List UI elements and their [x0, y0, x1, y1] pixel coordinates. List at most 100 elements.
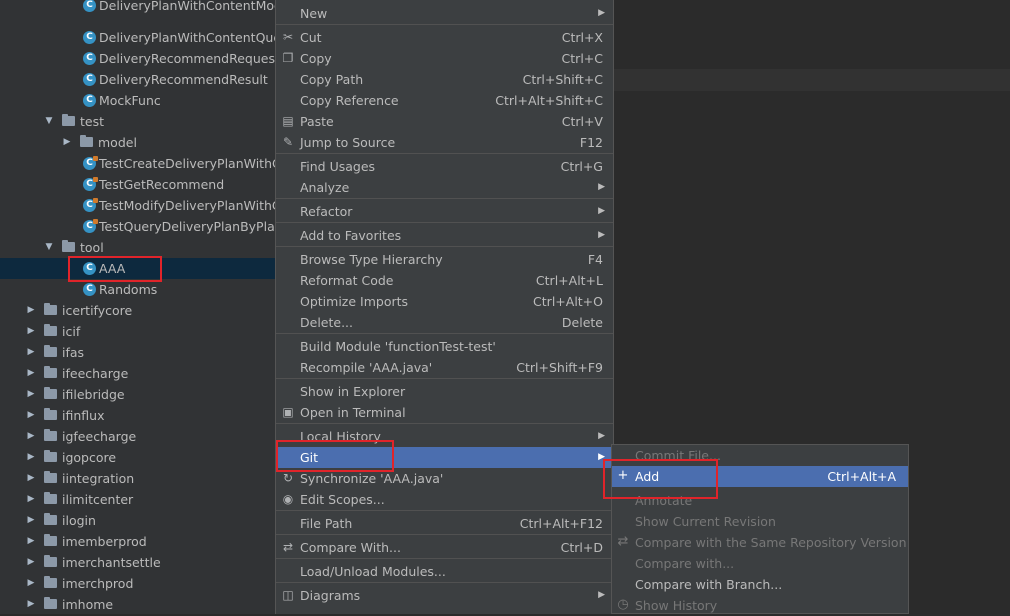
- tree-item[interactable]: ▶ ifas: [0, 342, 275, 363]
- git-menu-item-compare-with[interactable]: Compare with...: [612, 553, 908, 574]
- git-menu-item-compare-with-the-same-repository-version[interactable]: ⇄ Compare with the Same Repository Versio…: [612, 532, 908, 553]
- tree-item-label: imerchantsettle: [62, 555, 161, 570]
- menu-item-optimize-imports[interactable]: Optimize Imports Ctrl+Alt+O: [276, 291, 613, 312]
- tree-item[interactable]: ▶ imerchantsettle: [0, 552, 275, 573]
- terminal-icon: ▣: [282, 405, 294, 419]
- collapsed-arrow-icon[interactable]: ▶: [26, 363, 36, 384]
- collapsed-arrow-icon[interactable]: ▶: [26, 510, 36, 531]
- menu-item-shortcut: Ctrl+Alt+L: [535, 273, 603, 288]
- menu-item-analyze[interactable]: Analyze ▶: [276, 177, 613, 198]
- tree-item[interactable]: C TestGetRecommend: [0, 174, 275, 195]
- git-menu-item-label: Show History: [635, 598, 718, 613]
- collapsed-arrow-icon[interactable]: ▶: [26, 468, 36, 489]
- tree-item[interactable]: ▶ ilimitcenter: [0, 489, 275, 510]
- tree-item-label: ilimitcenter: [62, 492, 134, 507]
- menu-item-label: Jump to Source: [300, 135, 396, 150]
- tree-item[interactable]: ▶ icif: [0, 321, 275, 342]
- tree-item[interactable]: C Randoms: [0, 279, 275, 300]
- expanded-arrow-icon[interactable]: ▼: [44, 237, 54, 258]
- module-folder-icon: [44, 366, 57, 378]
- menu-item-copy-reference[interactable]: Copy Reference Ctrl+Alt+Shift+C: [276, 90, 613, 111]
- collapsed-arrow-icon[interactable]: ▶: [26, 531, 36, 552]
- collapsed-arrow-icon[interactable]: ▶: [26, 405, 36, 426]
- collapsed-arrow-icon[interactable]: ▶: [26, 489, 36, 510]
- test-class-icon: C: [83, 198, 98, 212]
- tree-item[interactable]: C TestQueryDeliveryPlanByPlanIc: [0, 216, 275, 237]
- menu-separator: [276, 378, 613, 379]
- git-menu-item-compare-with-branch[interactable]: Compare with Branch...: [612, 574, 908, 595]
- tree-item[interactable]: ▶ igfeecharge: [0, 426, 275, 447]
- menu-item-cut[interactable]: ✂ Cut Ctrl+X: [276, 27, 613, 48]
- tree-item[interactable]: ▶ ilogin: [0, 510, 275, 531]
- menu-item-synchronize-aaa-java[interactable]: ↻ Synchronize 'AAA.java': [276, 468, 613, 489]
- collapsed-arrow-icon[interactable]: ▶: [26, 342, 36, 363]
- menu-item-copy[interactable]: ❐ Copy Ctrl+C: [276, 48, 613, 69]
- tree-item-label: imhome: [62, 597, 114, 612]
- menu-item-recompile-aaa-java[interactable]: Recompile 'AAA.java' Ctrl+Shift+F9: [276, 357, 613, 378]
- git-menu-item-show-history[interactable]: ◷ Show History: [612, 595, 908, 616]
- module-folder-icon: [44, 450, 57, 462]
- menu-item-load-unload-modules[interactable]: Load/Unload Modules...: [276, 561, 613, 582]
- collapsed-arrow-icon[interactable]: ▶: [26, 594, 36, 614]
- tree-item[interactable]: ▶ imhome: [0, 594, 275, 614]
- tree-item[interactable]: ▶ ifilebridge: [0, 384, 275, 405]
- tree-item[interactable]: C TestCreateDeliveryPlanWithCo: [0, 153, 275, 174]
- menu-item-show-in-explorer[interactable]: Show in Explorer: [276, 381, 613, 402]
- tree-item[interactable]: ▶ imerchprod: [0, 573, 275, 594]
- tree-item[interactable]: ▶ iintegration: [0, 468, 275, 489]
- tree-item[interactable]: C MockFunc: [0, 90, 275, 111]
- git-submenu: Commit File... + Add Ctrl+Alt+A Annotate Show…: [611, 444, 909, 614]
- menu-item-paste[interactable]: ▤ Paste Ctrl+V: [276, 111, 613, 132]
- menu-item-find-usages[interactable]: Find Usages Ctrl+G: [276, 156, 613, 177]
- collapsed-arrow-icon[interactable]: ▶: [26, 573, 36, 594]
- menu-item-add-to-favorites[interactable]: Add to Favorites ▶: [276, 225, 613, 246]
- menu-item-open-in-terminal[interactable]: ▣ Open in Terminal: [276, 402, 613, 423]
- tree-item[interactable]: ▶ ifeecharge: [0, 363, 275, 384]
- tree-item[interactable]: ▶ imemberprod: [0, 531, 275, 552]
- git-menu-item-add[interactable]: + Add Ctrl+Alt+A: [612, 466, 908, 487]
- tree-item[interactable]: ▶ icertifycore: [0, 300, 275, 321]
- project-tree[interactable]: C DeliveryPlanWithContentModif C DeliveryPl…: [0, 0, 275, 614]
- menu-item-edit-scopes[interactable]: ◉ Edit Scopes...: [276, 489, 613, 510]
- tree-item[interactable]: ▶ model: [0, 132, 275, 153]
- tree-item[interactable]: C TestModifyDeliveryPlanWithCo: [0, 195, 275, 216]
- tree-item[interactable]: C DeliveryPlanWithContentModif: [0, 0, 275, 16]
- tree-item[interactable]: ▶ igopcore: [0, 447, 275, 468]
- paste-icon: ▤: [282, 114, 294, 128]
- collapsed-arrow-icon[interactable]: ▶: [26, 300, 36, 321]
- tree-item[interactable]: C DeliveryRecommendResult: [0, 69, 275, 90]
- tree-item[interactable]: C DeliveryPlanWithContentQuery: [0, 27, 275, 48]
- expanded-arrow-icon[interactable]: ▼: [44, 111, 54, 132]
- tree-item-label: ifeecharge: [62, 366, 129, 381]
- tree-item[interactable]: ▼ test: [0, 111, 275, 132]
- menu-item-file-path[interactable]: File Path Ctrl+Alt+F12: [276, 513, 613, 534]
- menu-item-reformat-code[interactable]: Reformat Code Ctrl+Alt+L: [276, 270, 613, 291]
- git-menu-item-annotate[interactable]: Annotate: [612, 490, 908, 511]
- collapsed-arrow-icon[interactable]: ▶: [26, 426, 36, 447]
- collapsed-arrow-icon[interactable]: ▶: [62, 132, 72, 153]
- tree-item[interactable]: ▼ tool: [0, 237, 275, 258]
- menu-item-diagrams[interactable]: ◫ Diagrams ▶: [276, 585, 613, 606]
- folder-icon: [62, 114, 75, 126]
- collapsed-arrow-icon[interactable]: ▶: [26, 552, 36, 573]
- tree-item[interactable]: C AAA: [0, 258, 275, 279]
- menu-item-build-module-functiontest-test[interactable]: Build Module 'functionTest-test': [276, 336, 613, 357]
- git-menu-item-commit-file[interactable]: Commit File...: [612, 445, 908, 466]
- tree-item[interactable]: ▶ ifinflux: [0, 405, 275, 426]
- tree-item[interactable]: C DeliveryRecommendRequest: [0, 48, 275, 69]
- git-menu-item-show-current-revision[interactable]: Show Current Revision: [612, 511, 908, 532]
- menu-item-new[interactable]: New ▶: [276, 3, 613, 24]
- menu-item-jump-to-source[interactable]: ✎ Jump to Source F12: [276, 132, 613, 153]
- menu-item-git[interactable]: Git ▶: [276, 447, 613, 468]
- collapsed-arrow-icon[interactable]: ▶: [26, 321, 36, 342]
- collapsed-arrow-icon[interactable]: ▶: [26, 447, 36, 468]
- menu-item-compare-with[interactable]: ⇄ Compare With... Ctrl+D: [276, 537, 613, 558]
- collapsed-arrow-icon[interactable]: ▶: [26, 384, 36, 405]
- menu-item-copy-path[interactable]: Copy Path Ctrl+Shift+C: [276, 69, 613, 90]
- menu-item-browse-type-hierarchy[interactable]: Browse Type Hierarchy F4: [276, 249, 613, 270]
- menu-item-delete[interactable]: Delete... Delete: [276, 312, 613, 333]
- tree-item-label: ilogin: [62, 513, 96, 528]
- menu-item-label: Show in Explorer: [300, 384, 406, 399]
- menu-item-refactor[interactable]: Refactor ▶: [276, 201, 613, 222]
- menu-item-local-history[interactable]: Local History ▶: [276, 426, 613, 447]
